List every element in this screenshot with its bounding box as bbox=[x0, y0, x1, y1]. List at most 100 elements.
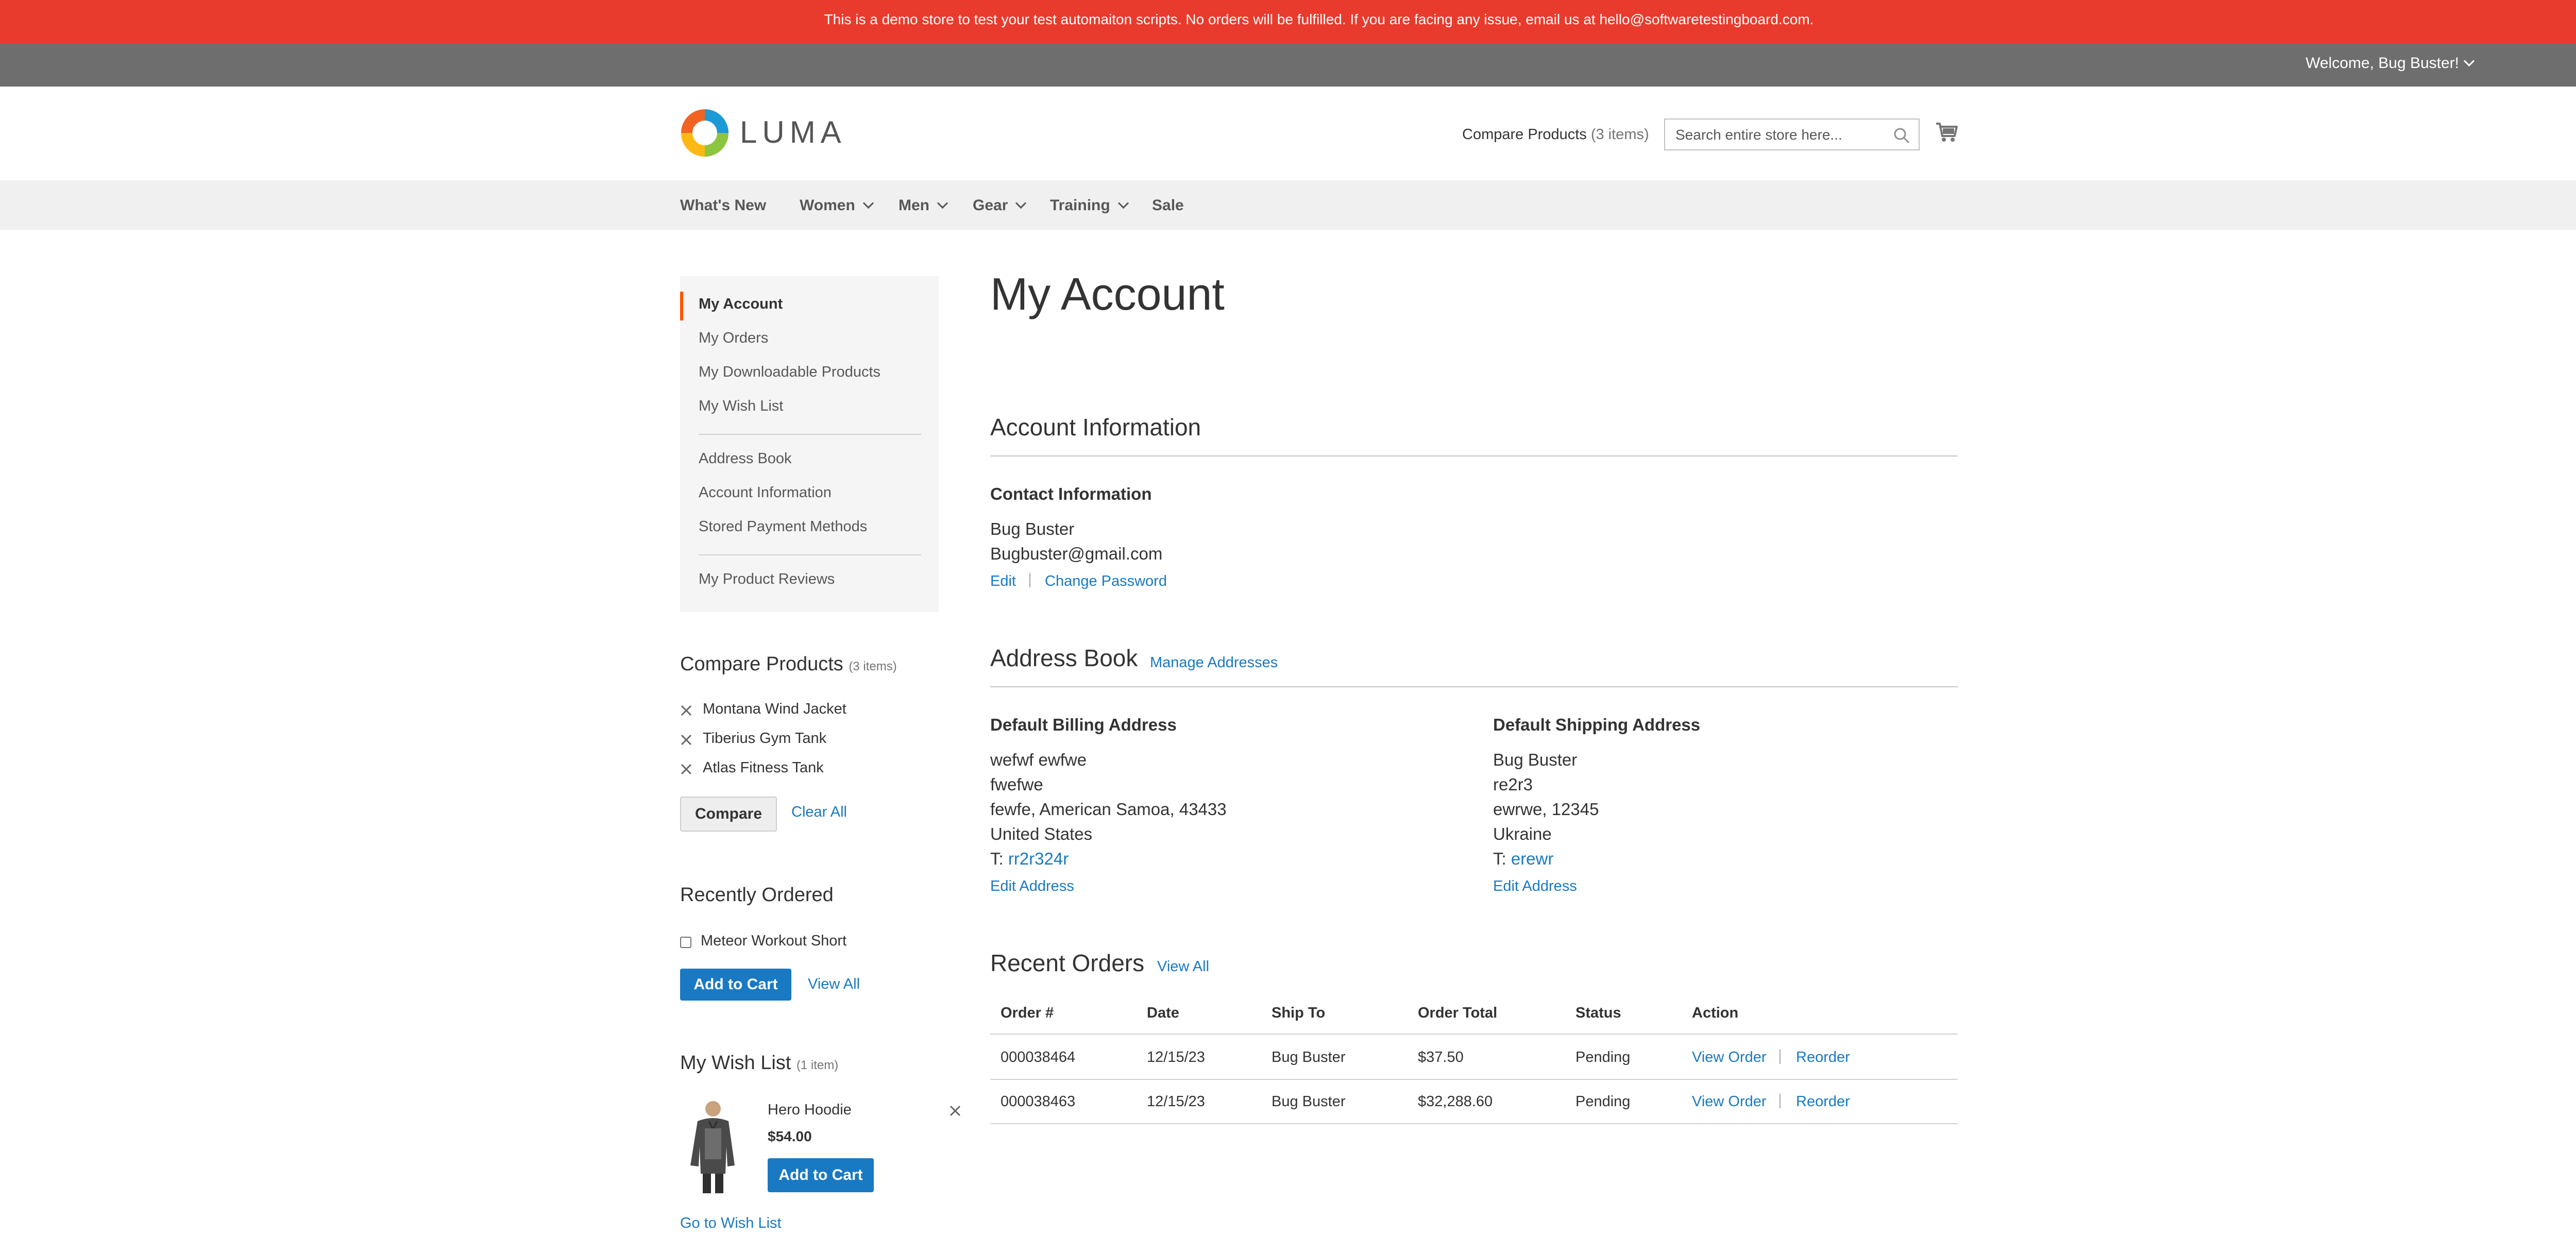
link-separator bbox=[1780, 1050, 1781, 1064]
view-all-orders-link[interactable]: View All bbox=[1157, 958, 1209, 975]
default-billing-title: Default Billing Address bbox=[990, 715, 1177, 734]
current-item-marker bbox=[680, 292, 683, 320]
compare-item[interactable]: Atlas Fitness Tank bbox=[703, 759, 824, 776]
billing-phone-link[interactable]: rr2r324r bbox=[1008, 849, 1069, 868]
wishlist-product-name[interactable]: Hero Hoodie bbox=[768, 1102, 852, 1119]
remove-compare-item-icon[interactable] bbox=[680, 734, 692, 746]
wishlist-block-count: (1 item) bbox=[796, 1058, 839, 1072]
orders-row-divider bbox=[990, 1123, 1958, 1124]
search-box bbox=[1664, 119, 1920, 150]
wishlist-product-price: $54.00 bbox=[768, 1128, 812, 1144]
shipping-phone-prefix: T: bbox=[1493, 849, 1506, 868]
orders-row-divider bbox=[990, 1079, 1958, 1080]
search-input[interactable] bbox=[1674, 126, 1883, 144]
manage-addresses-link[interactable]: Manage Addresses bbox=[1150, 654, 1278, 671]
shipping-address-line: Bug Buster bbox=[1493, 750, 1578, 769]
remove-compare-item-icon[interactable] bbox=[680, 763, 692, 775]
orders-header-order-number: Order # bbox=[1001, 1005, 1054, 1021]
luma-logo-icon[interactable] bbox=[680, 108, 730, 158]
order-number: 000038463 bbox=[1001, 1093, 1076, 1110]
compare-item[interactable]: Montana Wind Jacket bbox=[703, 701, 846, 718]
chevron-down-icon bbox=[1117, 197, 1129, 209]
orders-header-order-total: Order Total bbox=[1418, 1005, 1498, 1021]
wishlist-block-title-text: My Wish List bbox=[680, 1052, 791, 1074]
order-total: $32,288.60 bbox=[1418, 1093, 1493, 1110]
wishlist-block-title: My Wish List (1 item) bbox=[680, 1052, 838, 1074]
contact-name: Bug Buster bbox=[990, 519, 1075, 538]
hero-hoodie-product-image[interactable] bbox=[684, 1097, 741, 1195]
billing-address-line: United States bbox=[990, 824, 1093, 843]
compare-item[interactable]: Tiberius Gym Tank bbox=[703, 730, 826, 747]
edit-contact-link[interactable]: Edit bbox=[990, 573, 1016, 590]
sidebar-divider bbox=[699, 434, 921, 435]
sidebar-item-wish-list[interactable]: My Wish List bbox=[699, 398, 783, 415]
reorder-link[interactable]: Reorder bbox=[1796, 1049, 1850, 1066]
link-separator bbox=[1780, 1094, 1781, 1108]
remove-wishlist-item-icon[interactable] bbox=[949, 1105, 961, 1117]
sidebar-item-downloadable-products[interactable]: My Downloadable Products bbox=[699, 364, 880, 381]
nav-item-whats-new[interactable]: What's New bbox=[680, 197, 766, 214]
order-number: 000038464 bbox=[1001, 1049, 1076, 1065]
shipping-address-line: ewrwe, 12345 bbox=[1493, 800, 1599, 819]
sidebar-item-address-book[interactable]: Address Book bbox=[699, 450, 792, 467]
order-date: 12/15/23 bbox=[1147, 1049, 1205, 1065]
header-compare-link[interactable]: Compare Products (3 items) bbox=[1462, 126, 1649, 143]
order-status: Pending bbox=[1575, 1049, 1631, 1065]
shipping-phone: T: erewr bbox=[1493, 849, 1553, 869]
logo-text[interactable]: LUMA bbox=[740, 114, 846, 150]
contact-email: Bugbuster@gmail.com bbox=[990, 544, 1163, 563]
clear-all-link[interactable]: Clear All bbox=[791, 804, 847, 821]
billing-address-line: fewfe, American Samoa, 43433 bbox=[990, 800, 1227, 819]
welcome-text: Welcome, Bug Buster! bbox=[2306, 55, 2459, 72]
recently-ordered-item: Meteor Workout Short bbox=[701, 933, 847, 949]
nav-item-training[interactable]: Training bbox=[1050, 197, 1129, 214]
sidebar-item-my-orders[interactable]: My Orders bbox=[699, 330, 768, 347]
orders-header-action: Action bbox=[1692, 1005, 1739, 1021]
header-compare-count: (3 items) bbox=[1590, 126, 1649, 143]
sidebar-item-account-information[interactable]: Account Information bbox=[699, 484, 832, 501]
view-order-link[interactable]: View Order bbox=[1692, 1049, 1767, 1066]
contact-information-title: Contact Information bbox=[990, 484, 1152, 503]
section-divider bbox=[990, 455, 1958, 456]
account-navigation: My Account My Orders My Downloadable Pro… bbox=[680, 276, 939, 612]
nav-item-sale[interactable]: Sale bbox=[1152, 197, 1184, 214]
chevron-down-icon bbox=[2463, 55, 2475, 67]
recently-ordered-checkbox[interactable] bbox=[680, 937, 691, 948]
wishlist-add-to-cart-button[interactable]: Add to Cart bbox=[768, 1158, 874, 1192]
shipping-address-line: re2r3 bbox=[1493, 775, 1533, 794]
nav-label: Sale bbox=[1152, 197, 1184, 214]
search-icon[interactable] bbox=[1893, 127, 1910, 144]
recently-ordered-view-all-link[interactable]: View All bbox=[808, 976, 860, 993]
nav-label: Gear bbox=[973, 197, 1008, 214]
change-password-link[interactable]: Change Password bbox=[1045, 573, 1167, 590]
sidebar-item-product-reviews[interactable]: My Product Reviews bbox=[699, 571, 835, 588]
order-total: $37.50 bbox=[1418, 1049, 1464, 1065]
customer-welcome-menu[interactable]: Welcome, Bug Buster! bbox=[2306, 55, 2475, 72]
nav-label: Training bbox=[1050, 197, 1110, 214]
nav-item-women[interactable]: Women bbox=[800, 197, 874, 214]
sidebar-item-stored-payment-methods[interactable]: Stored Payment Methods bbox=[699, 518, 867, 535]
recently-ordered-title: Recently Ordered bbox=[680, 884, 834, 906]
recently-ordered-add-to-cart-button[interactable]: Add to Cart bbox=[680, 969, 791, 1001]
compare-button[interactable]: Compare bbox=[680, 797, 777, 832]
orders-header-date: Date bbox=[1147, 1005, 1179, 1021]
go-to-wishlist-link[interactable]: Go to Wish List bbox=[680, 1215, 782, 1232]
edit-billing-address-link[interactable]: Edit Address bbox=[990, 878, 1074, 895]
billing-phone: T: rr2r324r bbox=[990, 849, 1069, 869]
chevron-down-icon bbox=[862, 197, 874, 209]
remove-compare-item-icon[interactable] bbox=[680, 704, 692, 717]
sidebar-item-my-account[interactable]: My Account bbox=[699, 296, 783, 313]
shipping-phone-link[interactable]: erewr bbox=[1511, 849, 1554, 868]
reorder-link[interactable]: Reorder bbox=[1796, 1093, 1850, 1110]
compare-block-title: Compare Products (3 items) bbox=[680, 653, 897, 675]
edit-shipping-address-link[interactable]: Edit Address bbox=[1493, 878, 1577, 895]
cart-icon[interactable] bbox=[1935, 121, 1958, 143]
nav-item-men[interactable]: Men bbox=[899, 197, 948, 214]
nav-item-gear[interactable]: Gear bbox=[973, 197, 1027, 214]
account-information-title: Account Information bbox=[990, 414, 1201, 441]
view-order-link[interactable]: View Order bbox=[1692, 1093, 1767, 1110]
nav-label: What's New bbox=[680, 197, 767, 214]
orders-header-divider bbox=[990, 1034, 1958, 1035]
shipping-address-line: Ukraine bbox=[1493, 824, 1552, 843]
nav-label: Men bbox=[899, 197, 929, 214]
